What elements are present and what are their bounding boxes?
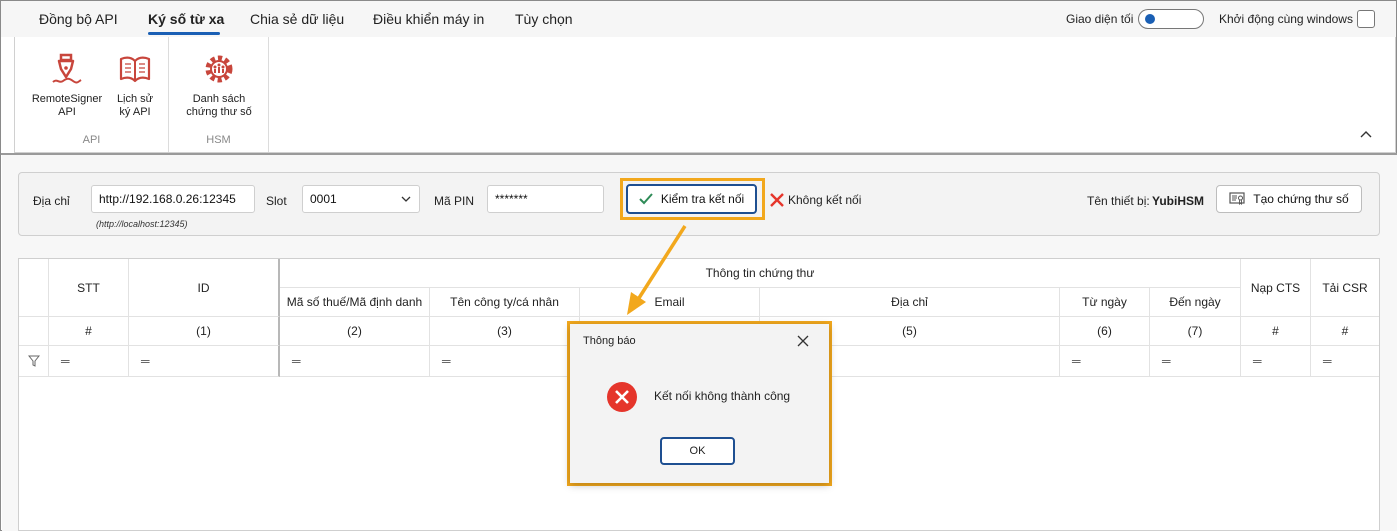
close-icon[interactable] [797,335,809,347]
filter-operator: ═ [61,354,69,368]
tab-dong-bo-api[interactable]: Đồng bộ API [39,11,118,27]
index-cell-load-cts: # [1241,317,1311,346]
x-icon [770,193,784,207]
filter-cell-stt[interactable]: ═ [49,346,129,377]
dark-mode-toggle[interactable] [1138,9,1204,29]
address-input[interactable]: http://192.168.0.26:12345 [91,185,255,213]
column-header-download-csr[interactable]: Tải CSR [1311,259,1379,317]
certificate-list-label: Danh sách chứng thư số [186,93,252,118]
ribbon-group-hsm: Danh sách chứng thư số HSM [169,37,269,152]
dialog-message: Kết nối không thành công [654,389,791,403]
api-history-button[interactable]: Lịch sử ký API [111,51,159,119]
app-window: Đồng bộ API Ký số từ xa Chia sẻ dữ liệu … [0,0,1397,531]
remotesigner-api-button[interactable]: RemoteSigner API [29,51,105,119]
dialog-title: Thông báo [583,335,636,347]
filter-operator: ═ [1162,354,1170,368]
address-hint: (http://localhost:12345) [96,219,188,229]
column-header-address[interactable]: Địa chỉ [760,288,1060,317]
device-name: YubiHSM [1152,194,1205,208]
column-header-tax-id[interactable]: Mã số thuế/Mã định danh [280,288,430,317]
error-icon [607,382,637,412]
filter-icon [27,355,40,367]
column-header-id[interactable]: ID [129,259,280,317]
create-certificate-icon [1229,192,1245,206]
ribbon-group-api: RemoteSigner API Lịch sử ký API API [15,37,169,152]
filter-cell-to-date[interactable]: ═ [1150,346,1241,377]
filter-cell-tax-id[interactable]: ═ [280,346,430,377]
active-tab-indicator [148,32,220,35]
startup-label: Khởi động cùng windows [1219,12,1353,26]
filter-operator: ═ [1253,354,1261,368]
address-label: Địa chỉ [33,194,70,208]
column-header-to-date[interactable]: Đến ngày [1150,288,1241,317]
ribbon-group-label-api: API [82,134,101,146]
column-group-header: Thông tin chứng thư [280,259,1241,288]
certificate-list-button[interactable]: Danh sách chứng thư số [179,51,259,119]
startup-checkbox[interactable] [1357,10,1375,28]
index-cell-stt: # [49,317,129,346]
check-connection-label: Kiểm tra kết nối [660,192,745,206]
filter-cell-load-cts[interactable]: ═ [1241,346,1311,377]
index-cell-company: (3) [430,317,580,346]
chevron-down-icon [401,196,411,202]
index-cell-download-csr: # [1311,317,1379,346]
column-header-stt[interactable]: STT [49,259,129,317]
certificate-gear-icon [205,55,233,83]
column-header-company[interactable]: Tên công ty/cá nhân [430,288,580,317]
filter-cell-id[interactable]: ═ [129,346,280,377]
api-history-label: Lịch sử ký API [116,93,154,118]
filter-operator: ═ [1072,354,1080,368]
connection-status: Không kết nối [788,193,862,207]
index-cell-from-date: (6) [1060,317,1150,346]
tab-ky-so-tu-xa[interactable]: Ký số từ xa [148,11,224,27]
device-label: Tên thiết bị: [1087,194,1150,208]
check-icon [639,193,653,205]
pin-input[interactable]: ******* [487,185,604,213]
filter-cell-download-csr[interactable]: ═ [1311,346,1379,377]
slot-label: Slot [266,194,287,208]
create-certificate-button[interactable]: Tạo chứng thư số [1216,185,1362,213]
check-connection-button[interactable]: Kiểm tra kết nối [626,184,757,214]
tab-tuy-chon[interactable]: Tùy chọn [515,11,573,27]
notification-dialog: Thông báo Kết nối không thành công OK [570,324,829,483]
index-cell-id: (1) [129,317,280,346]
row-indicator-header [19,259,49,317]
ok-button[interactable]: OK [660,437,735,465]
filter-operator: ═ [442,354,450,368]
connection-panel: Địa chỉ http://192.168.0.26:12345 (http:… [18,172,1380,236]
filter-cell-from-date[interactable]: ═ [1060,346,1150,377]
ribbon-group-label-hsm: HSM [206,134,231,146]
pin-label: Mã PIN [434,194,475,208]
index-cell-tax-id: (2) [280,317,430,346]
dark-mode-label: Giao diện tối [1066,12,1134,26]
filter-operator: ═ [1323,354,1331,368]
filter-cell-company[interactable]: ═ [430,346,580,377]
book-icon [119,56,151,83]
column-header-load-cts[interactable]: Nạp CTS [1241,259,1311,317]
column-header-from-date[interactable]: Từ ngày [1060,288,1150,317]
tab-chia-se-du-lieu[interactable]: Chia sẻ dữ liệu [250,11,344,27]
filter-operator: ═ [141,354,149,368]
ribbon: RemoteSigner API Lịch sử ký API API Danh… [14,37,1396,153]
toggle-knob [1145,14,1155,24]
filter-row-indicator[interactable] [19,346,49,377]
index-cell-to-date: (7) [1150,317,1241,346]
index-row-indicator [19,317,49,346]
filter-operator: ═ [292,354,300,368]
pen-signature-icon [52,53,82,84]
tab-dieu-khien-may-in[interactable]: Điều khiển máy in [373,11,484,27]
column-header-email[interactable]: Email [580,288,760,317]
menu-tabbar: Đồng bộ API Ký số từ xa Chia sẻ dữ liệu … [1,1,1396,37]
slot-select[interactable]: 0001 [302,185,420,213]
slot-value: 0001 [310,192,337,206]
chevron-up-icon[interactable] [1359,127,1373,141]
create-certificate-label: Tạo chứng thư số [1253,192,1349,206]
remotesigner-api-label: RemoteSigner API [31,93,103,118]
